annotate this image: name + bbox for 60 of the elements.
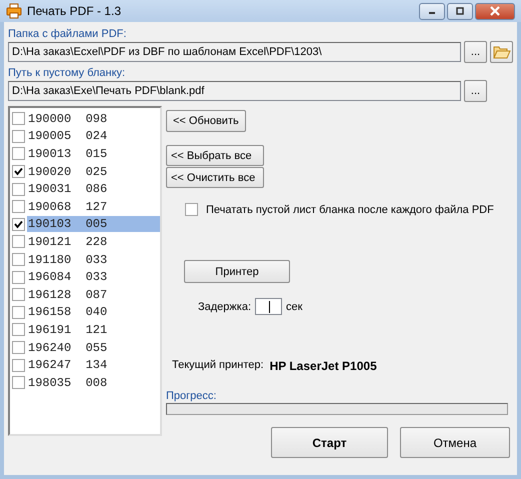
checkbox[interactable] [12, 130, 25, 143]
checkbox[interactable] [12, 306, 25, 319]
close-button[interactable] [475, 2, 515, 20]
list-item[interactable]: 196128 087 [27, 286, 160, 303]
checkbox[interactable] [12, 253, 25, 266]
refresh-button[interactable]: << Обновить [166, 110, 246, 132]
delay-field[interactable] [255, 298, 282, 315]
printer-icon [6, 3, 22, 19]
list-item[interactable]: 190020 025 [27, 164, 160, 180]
list-item[interactable]: 196191 121 [27, 322, 160, 338]
maximize-button[interactable] [447, 2, 473, 20]
printer-name: HP LaserJet P1005 [270, 359, 377, 373]
checkbox[interactable] [12, 323, 25, 336]
checkbox[interactable] [12, 147, 25, 160]
checkbox-label: Печатать пустой лист бланка после каждого файла PDF [206, 204, 494, 216]
browse-button[interactable]: ... [464, 41, 487, 63]
browse-button[interactable]: ... [464, 80, 487, 102]
open-folder-button[interactable] [490, 41, 513, 63]
checkbox[interactable] [12, 218, 25, 231]
clear-all-button[interactable]: << Очистить все [166, 167, 264, 188]
minimize-button[interactable] [419, 2, 445, 20]
checkbox[interactable] [12, 165, 25, 178]
maximize-icon [455, 6, 465, 16]
delay-label: Задержка: [198, 300, 252, 312]
checkbox[interactable] [12, 288, 25, 302]
checkbox[interactable] [12, 112, 25, 126]
start-button[interactable]: Старт [271, 427, 388, 458]
list-item[interactable]: 190068 127 [27, 198, 160, 215]
checkbox[interactable] [12, 341, 25, 354]
blank-label: Путь к пустому бланку: [8, 67, 126, 79]
list-item[interactable]: 190005 024 [27, 128, 160, 144]
list-item[interactable]: 196158 040 [27, 304, 160, 320]
close-icon [489, 6, 501, 16]
select-all-button[interactable]: << Выбрать все [166, 145, 264, 166]
unit-label: сек [286, 300, 302, 312]
checkbox[interactable] [12, 200, 25, 214]
list-item[interactable]: 196240 055 [27, 340, 160, 356]
folder-label: Папка с файлами PDF: [8, 28, 128, 40]
checkbox[interactable] [12, 235, 25, 248]
printer-label: Текущий принтер: [172, 359, 264, 373]
list-item[interactable]: 196247 134 [27, 357, 160, 374]
folder-field[interactable]: D:\На заказ\Ecxel\PDF из DBF по шаблонам Excel\PDF\1203\ [8, 42, 461, 62]
cancel-button[interactable]: Отмена [400, 427, 510, 458]
progress-label: Прогресс: [166, 390, 216, 402]
checkbox[interactable] [12, 182, 25, 196]
list-item[interactable]: 198035 008 [27, 374, 160, 391]
checkbox[interactable] [185, 203, 198, 216]
list-item[interactable]: 190031 086 [27, 181, 160, 198]
printer-button[interactable]: Принтер [184, 260, 290, 283]
list-item[interactable]: 190121 228 [27, 234, 160, 250]
list-item[interactable]: 196084 033 [27, 269, 160, 286]
list-item[interactable]: 190000 098 [27, 110, 160, 127]
checkbox[interactable] [12, 376, 25, 390]
checkbox[interactable] [12, 270, 25, 284]
blank-field[interactable]: D:\На заказ\Exe\Печать PDF\blank.pdf [8, 81, 461, 101]
list-item[interactable]: 191180 033 [27, 252, 160, 268]
window-title: Печать PDF - 1.3 [27, 4, 122, 18]
list-item[interactable]: 190103 005 [27, 216, 160, 232]
list-item[interactable]: 190013 015 [27, 146, 160, 162]
checkbox[interactable] [12, 358, 25, 372]
